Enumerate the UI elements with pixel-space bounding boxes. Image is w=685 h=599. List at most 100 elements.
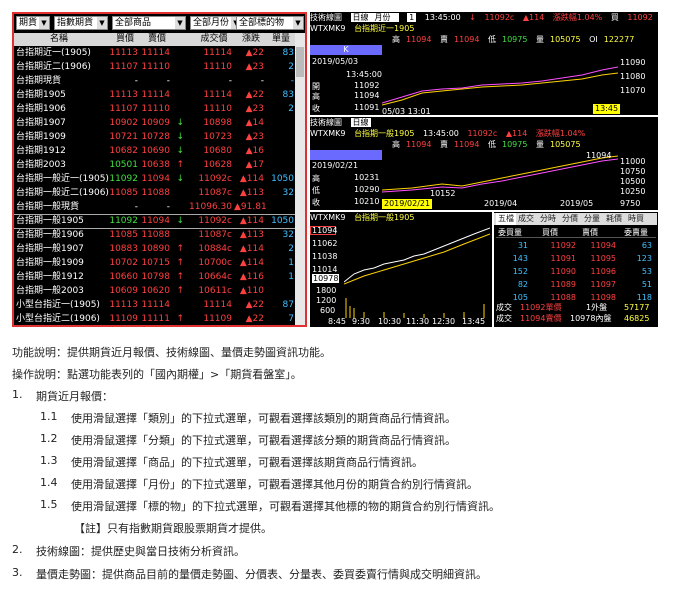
tab-five[interactable]: 五檔 xyxy=(496,213,516,225)
category-dropdown[interactable]: 期貨 ▼ xyxy=(16,16,50,30)
code-label: WTXMK9 xyxy=(310,24,346,33)
quote-row[interactable]: 台指期一般近二(1906) 11085 11088 11087c ▲113 32 xyxy=(14,187,295,200)
chart1-info2: 高 11094 賣 11094 低 10975 量 105075 OI 122277 xyxy=(392,35,635,44)
quote-cell-name: 台指期一般1907 xyxy=(16,244,84,254)
quote-cell-last: 10723 xyxy=(203,132,232,142)
quote-cell-bid: 11113 xyxy=(109,300,138,310)
quote-row[interactable]: 台指期現貨 - - - - - xyxy=(14,75,295,88)
quote-cell-ask: 11110 xyxy=(141,62,170,72)
underlying-dropdown[interactable]: 全部標的物 ▼ xyxy=(236,16,304,30)
quote-row[interactable]: 台指期2003 10501 10638 ↑ 10628 ▲17 xyxy=(14,159,295,172)
list-item-text: 量價走勢圖：提供商品目前的量價走勢圖、分價表、分量表、委買委賣行情與成交明細資訊… xyxy=(36,568,487,581)
y-tick: 10250 xyxy=(620,187,646,196)
quote-cell-ask: 10728 xyxy=(141,132,170,142)
product-dropdown[interactable]: 全部商品 ▼ xyxy=(112,16,186,30)
low-mark: 10152 xyxy=(430,189,456,198)
quote-row[interactable]: 台指期1905 11113 11114 11114 ▲22 83 xyxy=(14,89,295,102)
orderbook-cell: 63 xyxy=(641,241,652,250)
y-tick: 10750 xyxy=(620,167,646,176)
quote-cell-dir: ↑ xyxy=(176,160,184,170)
quote-row[interactable]: 台指期1907 10902 10909 ↓ 10898 ▲14 xyxy=(14,117,295,130)
quote-cell-last: 11114 xyxy=(203,90,232,100)
quote-row[interactable]: 小型台指近二(1906) 11109 11111 ↑ 11109 ▲22 7 xyxy=(14,313,295,325)
quote-cell-dir: ↑ xyxy=(176,258,184,268)
tab-cost[interactable]: 耗價 xyxy=(606,213,622,225)
month-dropdown[interactable]: 全部月份▼ xyxy=(190,16,242,30)
list-number: 3. xyxy=(12,566,23,579)
quote-row[interactable]: 台指期一般現貨 - - 11096.30 ▲91.81 xyxy=(14,201,295,214)
quote-row[interactable]: 台指期近一(1905) 11113 11114 11114 ▲22 83 xyxy=(14,47,295,60)
orderbook-row: 31 11092 11094 63 xyxy=(496,239,656,252)
quote-cell-bid: 10883 xyxy=(109,244,138,254)
tab-tick[interactable]: 分時 xyxy=(540,213,556,225)
quote-cell-name: 小型台指近二(1906) xyxy=(16,314,100,324)
name-label: 台指期一般1905 xyxy=(354,213,415,222)
quote-cell-ask: 10909 xyxy=(141,118,170,128)
chart1-time: 13:45:00 xyxy=(346,70,382,79)
tab-trades[interactable]: 成交 xyxy=(518,213,534,225)
quote-cell-vol: 7 xyxy=(288,314,294,324)
quote-row[interactable]: 台指期1906 11107 11110 11110 ▲23 2 xyxy=(14,103,295,116)
orderbook-cell: 11096 xyxy=(590,267,616,276)
orderbook-cell: 11091 xyxy=(550,254,576,263)
quote-row[interactable]: 小型台指近一(1905) 11113 11114 11114 ▲22 87 xyxy=(14,299,295,312)
quote-cell-vol: - xyxy=(290,76,294,86)
quote-cell-name: 台指期1906 xyxy=(16,104,66,114)
quote-row[interactable]: 台指期1909 10721 10728 ↓ 10723 ▲23 xyxy=(14,131,295,144)
quote-cell-chg: ▲16 xyxy=(245,146,264,156)
quote-row[interactable]: 台指期近二(1906) 11107 11110 11110 ▲23 2 xyxy=(14,61,295,74)
tech-chart-1: 技術線圖 日線 月份 1 13:45:00 ↓ 11092c ▲114 漲跌幅1.… xyxy=(310,12,658,115)
time-value: 13:45:00 xyxy=(424,13,461,22)
v-tick: 1200 xyxy=(316,296,337,305)
num-dropdown[interactable]: 1 xyxy=(407,13,417,22)
quote-cell-name: 台指期近一(1905) xyxy=(16,48,91,58)
quote-cell-bid: 11085 xyxy=(109,230,138,240)
quote-row[interactable]: 台指期一般近一(1905) 11092 11094 ↓ 11092c ▲114 1050 xyxy=(14,173,295,186)
operation-description: 操作說明：點選功能表列的「國內期權」>「期貨看盤室」。 xyxy=(12,368,302,381)
quote-cell-ask: 11114 xyxy=(141,48,170,58)
quote-cell-last: 10628 xyxy=(203,160,232,170)
tab-buy[interactable]: 時買 xyxy=(628,213,644,225)
quote-cell-last: 10680 xyxy=(203,146,232,156)
quote-row[interactable]: 台指期一般1905 11092 11094 ↓ 11092c ▲114 1050 xyxy=(14,214,296,229)
x-tick: 8:45 xyxy=(328,317,346,326)
list-item-text: 【註】只有指數期貨跟股票期貨才提供。 xyxy=(74,522,272,535)
y-tick: 10978 xyxy=(312,274,340,283)
quote-row[interactable]: 台指期一般1906 11085 11088 11087c ▲113 32 xyxy=(14,229,295,242)
quote-row[interactable]: 台指期1912 10682 10690 ↓ 10680 ▲16 xyxy=(14,145,295,158)
quote-cell-dir: ↓ xyxy=(176,132,184,142)
tab-price[interactable]: 分價 xyxy=(562,213,578,225)
y-tick: 11090 xyxy=(620,58,646,67)
quote-scrollbar[interactable] xyxy=(295,33,305,325)
chart1-label: 技術線圖 xyxy=(310,13,342,22)
chart2-period-dropdown[interactable]: 日線 xyxy=(350,118,371,127)
quote-cell-bid: - xyxy=(134,76,138,86)
class-dropdown[interactable]: 指數期貨 ▼ xyxy=(54,16,108,30)
quote-row[interactable]: 台指期一般1907 10883 10890 ↑ 10884c ▲114 2 xyxy=(14,243,295,256)
quote-cell-name: 台指期一般現貨 xyxy=(16,202,80,212)
close-value: 11091 xyxy=(354,103,380,112)
quote-cell-ask: 11114 xyxy=(141,90,170,100)
orderbook-cell: 11090 xyxy=(550,267,576,276)
x-tick: 11:30 xyxy=(406,317,430,326)
y-tick: 11080 xyxy=(620,72,646,81)
quote-row[interactable]: 台指期一般1912 10660 10798 ↑ 10664c ▲116 1 xyxy=(14,271,295,284)
period-dropdown[interactable]: 日線 月份 xyxy=(350,13,399,22)
quote-row[interactable]: 台指期一般2003 10609 10620 ↑ 10611c ▲110 xyxy=(14,285,295,298)
col-last: 成交價 xyxy=(200,34,228,44)
x-tick: 9:30 xyxy=(352,317,370,326)
x-tick: 2019/02/21 xyxy=(382,199,433,209)
tab-volume[interactable]: 分量 xyxy=(584,213,600,225)
quote-cell-bid: 11109 xyxy=(109,314,138,324)
quote-row[interactable]: 台指期一般1909 10702 10715 ↑ 10700c ▲114 1 xyxy=(14,257,295,270)
quote-cell-name: 台指期一般近一(1905) xyxy=(16,174,109,184)
list-item-text: 使用滑鼠選擇「標的物」的下拉式選單，可觀看選擇其他標的物的期貨合約別行情資訊。 xyxy=(71,500,500,513)
futures-quote-panel: 期貨▼ 指數期貨▼ 全部商品▼ 全部月份▼ 全部標的物▼ 名稱 買價 賣價 成交… xyxy=(12,12,307,327)
tick-chart: WTXMK9 台指期一般1905 11094 11062 11038 11014… xyxy=(310,212,492,327)
quote-cell-last: 10700c xyxy=(198,258,232,268)
quote-cell-bid: 10721 xyxy=(109,132,138,142)
quote-cell-vol: 1050 xyxy=(271,216,294,226)
end-time-box: 13:45 xyxy=(593,104,621,114)
time-value: 13:45:00 xyxy=(422,129,459,138)
list-item-text: 技術線圖：提供歷史與當日技術分析資訊。 xyxy=(36,545,245,558)
